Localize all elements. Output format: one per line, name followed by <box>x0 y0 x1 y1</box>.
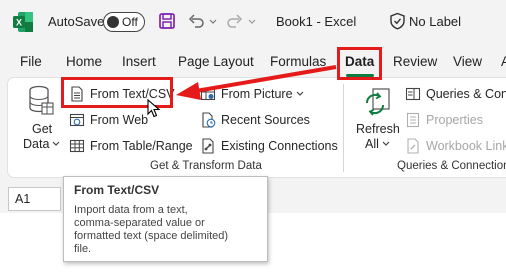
queries-pane-icon <box>405 87 421 101</box>
tooltip-line: formatted text (space delimited) <box>74 230 229 242</box>
ribbon-tabs: File Home Insert Page Layout Formulas Da… <box>0 50 506 76</box>
properties-label: Properties <box>426 113 483 127</box>
properties-icon <box>406 112 420 128</box>
existing-connections-label: Existing Connections <box>221 139 338 153</box>
chevron-down-icon <box>382 141 390 146</box>
svg-text:X: X <box>16 18 22 28</box>
workbook-links-icon <box>407 138 419 154</box>
from-table-range-label: From Table/Range <box>90 139 193 153</box>
sensitivity-label[interactable]: No Label <box>409 14 461 29</box>
from-web-label: From Web <box>90 113 149 127</box>
tab-review[interactable]: Review <box>393 54 437 69</box>
refresh-all-button[interactable]: Refresh All <box>353 85 403 155</box>
mouse-cursor-icon <box>147 99 161 118</box>
toggle-knob <box>107 15 119 28</box>
autosave-label: AutoSave <box>48 14 105 29</box>
window-title: Book1 - Excel <box>276 14 357 29</box>
data-tab-highlight <box>337 47 382 80</box>
from-picture-button[interactable]: From Picture <box>200 86 304 102</box>
save-icon[interactable] <box>158 12 176 30</box>
tooltip-line: file. <box>74 243 92 255</box>
autosave-toggle[interactable]: Off <box>103 12 145 32</box>
recent-sources-button[interactable]: Recent Sources <box>200 112 310 128</box>
queries-connections-label: Queries & Conn <box>426 87 506 101</box>
table-icon <box>69 139 85 153</box>
tab-home[interactable]: Home <box>66 54 102 69</box>
connection-file-icon <box>202 138 214 154</box>
title-bar: X AutoSave Off Book1 - Excel No Label <box>0 0 506 44</box>
recent-sources-label: Recent Sources <box>221 113 310 127</box>
name-box[interactable]: A1 <box>8 187 61 211</box>
database-icon <box>29 85 54 115</box>
get-data-label: Get <box>32 122 53 136</box>
refresh-all-label: Refresh <box>356 122 400 136</box>
group-label-queries: Queries & Connection <box>397 160 506 172</box>
tab-insert[interactable]: Insert <box>122 54 156 69</box>
recent-file-icon <box>202 112 216 128</box>
tab-formulas[interactable]: Formulas <box>270 54 326 69</box>
refresh-icon <box>365 88 390 116</box>
chevron-down-icon <box>296 91 303 96</box>
picture-table-icon <box>200 87 216 101</box>
tab-view[interactable]: View <box>453 54 482 69</box>
from-table-range-button[interactable]: From Table/Range <box>69 138 193 154</box>
from-web-button[interactable]: From Web <box>69 112 148 128</box>
undo-dropdown-icon[interactable] <box>208 12 218 30</box>
tab-more[interactable]: A <box>501 54 506 69</box>
group-separator <box>343 84 344 172</box>
existing-connections-button[interactable]: Existing Connections <box>200 138 338 154</box>
get-data-label-2: Data <box>23 137 50 151</box>
refresh-all-label-2: All <box>365 137 379 151</box>
queries-connections-button[interactable]: Queries & Conn <box>405 86 506 102</box>
workbook-links-button[interactable]: Workbook Links <box>405 138 506 154</box>
tooltip-line: comma-separated value or <box>74 217 205 229</box>
workbook-links-label: Workbook Links <box>426 139 506 153</box>
properties-button[interactable]: Properties <box>405 112 483 128</box>
tab-page-layout[interactable]: Page Layout <box>178 54 254 69</box>
redo-icon[interactable] <box>226 12 244 30</box>
redo-dropdown-icon[interactable] <box>247 12 257 30</box>
web-page-icon <box>69 113 85 127</box>
sensitivity-shield-icon[interactable] <box>389 12 406 30</box>
tooltip-body: Import data from a text, comma-separated… <box>74 204 257 256</box>
chevron-down-icon <box>52 141 60 146</box>
tooltip: From Text/CSV Import data from a text, c… <box>63 176 268 262</box>
tooltip-title: From Text/CSV <box>74 183 160 197</box>
undo-icon[interactable] <box>187 12 205 30</box>
autosave-state: Off <box>122 15 138 29</box>
group-label-get-transform: Get & Transform Data <box>150 160 262 172</box>
tooltip-line: Import data from a text, <box>74 204 188 216</box>
from-picture-label: From Picture <box>221 87 293 101</box>
get-data-button[interactable]: Get Data <box>20 85 60 155</box>
excel-logo-icon: X <box>13 12 33 32</box>
tab-file[interactable]: File <box>20 54 42 69</box>
